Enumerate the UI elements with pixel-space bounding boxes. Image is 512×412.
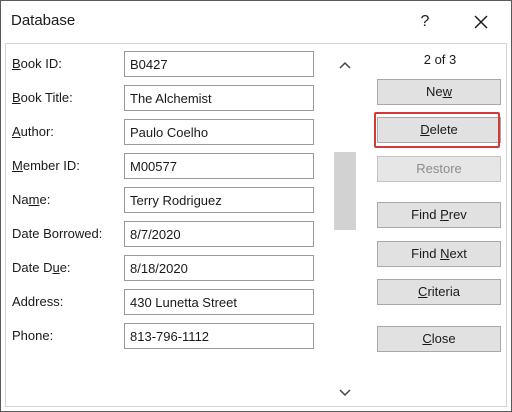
name-label: Name: <box>12 192 51 207</box>
book-id-label: Book ID: <box>12 56 62 71</box>
close-window-button[interactable] <box>463 7 499 37</box>
author-label: Author: <box>12 124 54 139</box>
find-prev-button[interactable]: Find Prev <box>377 202 501 228</box>
dialog-title: Database <box>11 12 76 29</box>
date-borrowed-label: Date Borrowed: <box>12 226 103 241</box>
author-field[interactable] <box>124 119 314 145</box>
name-field[interactable] <box>124 187 314 213</box>
record-count: 2 of 3 <box>423 52 457 67</box>
member-id-field[interactable] <box>124 153 314 179</box>
database-dialog: Database ? Book ID: Book Title: Author: … <box>0 0 512 412</box>
close-icon <box>474 15 488 29</box>
help-button[interactable]: ? <box>409 7 441 37</box>
scroll-thumb[interactable] <box>334 152 356 230</box>
chevron-up-icon <box>339 61 351 69</box>
record-scrollbar[interactable] <box>334 48 356 402</box>
find-next-button[interactable]: Find Next <box>377 241 501 267</box>
new-button[interactable]: New <box>377 79 501 105</box>
address-field[interactable] <box>124 289 314 315</box>
scroll-up-button[interactable] <box>337 56 353 70</box>
form-area: Book ID: Book Title: Author: Member ID: … <box>5 43 507 407</box>
member-id-label: Member ID: <box>12 158 80 173</box>
close-button[interactable]: Close <box>377 326 501 352</box>
address-label: Address: <box>12 294 64 309</box>
scroll-down-button[interactable] <box>337 384 353 398</box>
phone-field[interactable] <box>124 323 314 349</box>
scroll-track[interactable] <box>334 74 356 378</box>
date-borrowed-field[interactable] <box>124 221 314 247</box>
book-title-field[interactable] <box>124 85 314 111</box>
phone-label: Phone: <box>12 328 54 343</box>
delete-button[interactable]: Delete <box>377 117 501 143</box>
date-due-field[interactable] <box>124 255 314 281</box>
book-id-field[interactable] <box>124 51 314 77</box>
date-due-label: Date Due: <box>12 260 71 275</box>
criteria-button[interactable]: Criteria <box>377 279 501 305</box>
chevron-down-icon <box>339 389 351 397</box>
book-title-label: Book Title: <box>12 90 73 105</box>
title-bar: Database ? <box>1 1 511 43</box>
restore-button[interactable]: Restore <box>377 156 501 182</box>
